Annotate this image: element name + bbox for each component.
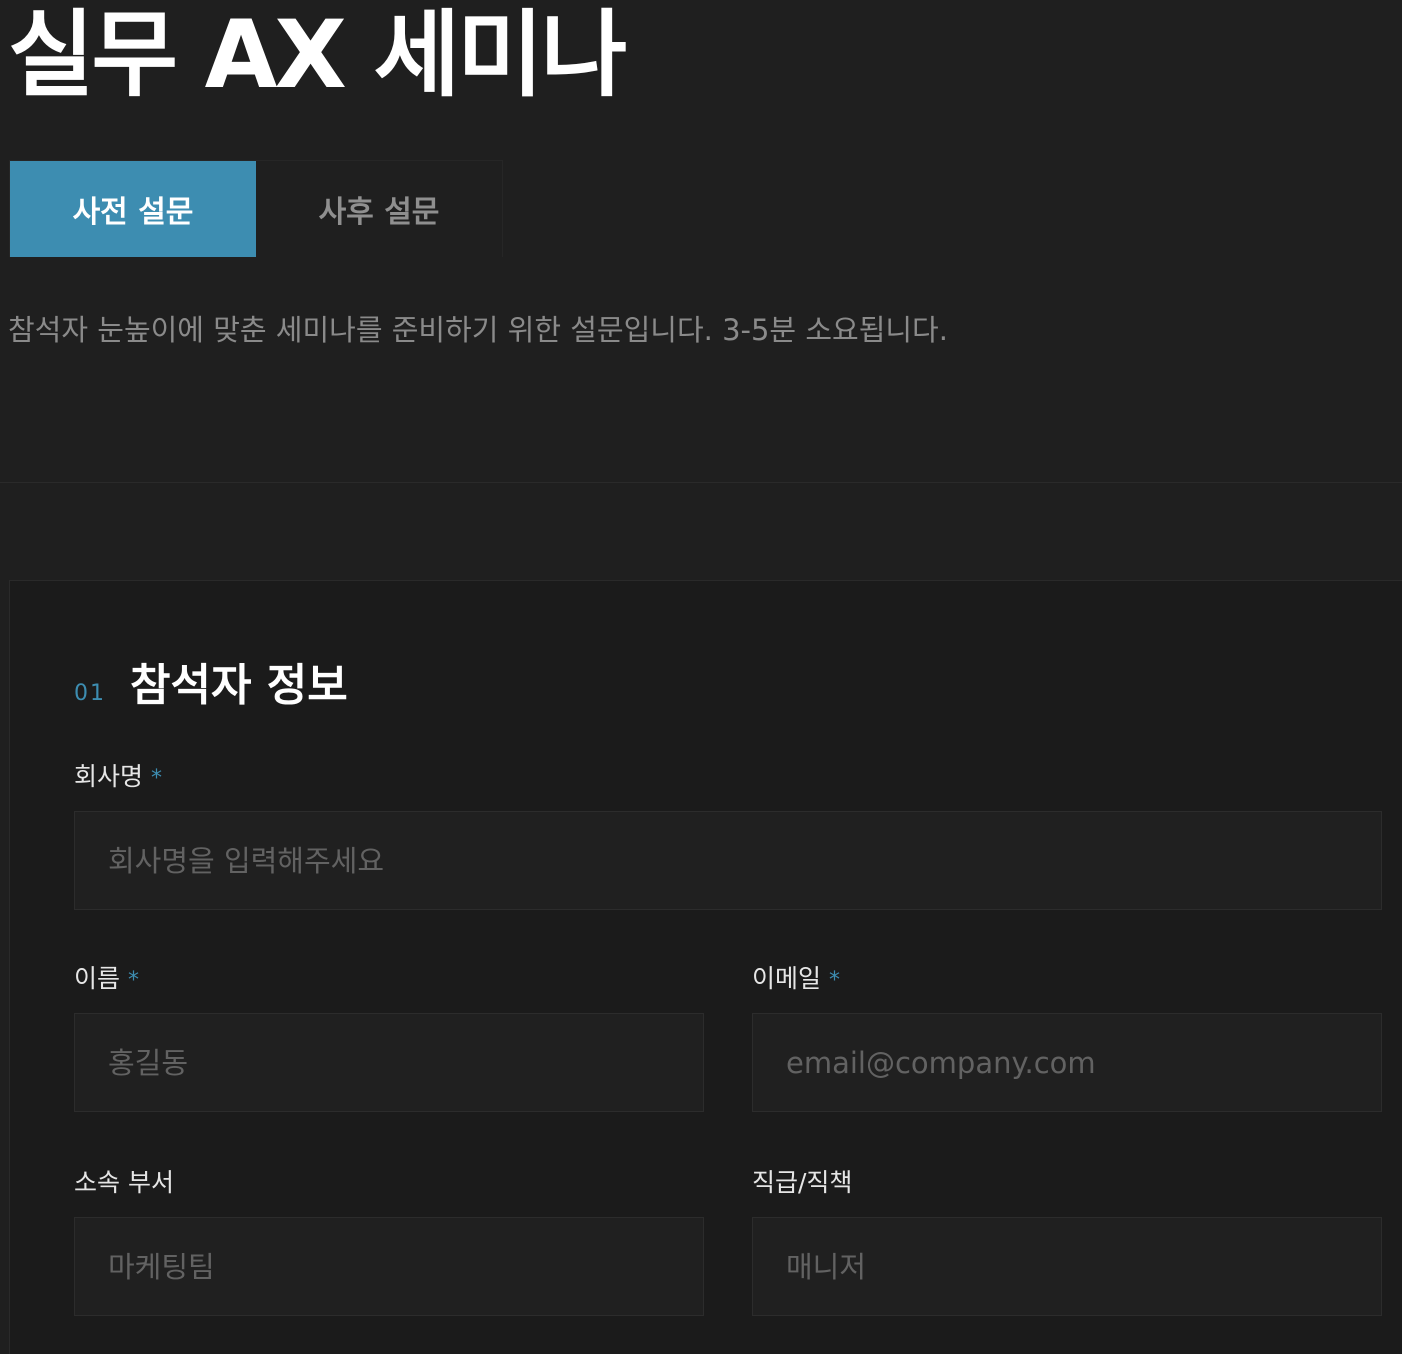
email-label-text: 이메일	[752, 964, 822, 993]
department-field: 소속 부서	[74, 1163, 704, 1316]
department-input[interactable]	[74, 1217, 704, 1316]
survey-page: 실무 AX 세미나 사전 설문 사후 설문 참석자 눈높이에 맞춘 세미나를 준…	[0, 0, 1402, 1354]
email-field: 이메일 *	[752, 959, 1382, 1112]
name-label: 이름 *	[74, 959, 704, 999]
required-marker: *	[151, 766, 163, 791]
name-label-text: 이름	[74, 964, 121, 993]
position-field: 직급/직책	[752, 1163, 1382, 1316]
survey-intro-text: 참석자 눈높이에 맞춘 세미나를 준비하기 위한 설문입니다. 3-5분 소요됩…	[8, 313, 948, 347]
section-divider	[0, 482, 1402, 483]
section-title: 참석자 정보	[130, 660, 348, 711]
survey-tabs: 사전 설문 사후 설문	[9, 160, 503, 257]
position-label: 직급/직책	[752, 1168, 853, 1197]
section-header: 01 참석자 정보	[74, 649, 348, 713]
email-label: 이메일 *	[752, 959, 1382, 999]
section-number: 01	[74, 681, 106, 706]
company-label-text: 회사명	[74, 762, 144, 791]
email-input[interactable]	[752, 1013, 1382, 1112]
required-marker: *	[829, 968, 841, 993]
name-field: 이름 *	[74, 959, 704, 1112]
page-title: 실무 AX 세미나	[8, 1, 627, 110]
tab-post-survey[interactable]: 사후 설문	[256, 161, 502, 257]
tab-pre-survey[interactable]: 사전 설문	[10, 161, 256, 257]
department-label: 소속 부서	[74, 1168, 174, 1197]
company-input[interactable]	[74, 811, 1382, 910]
required-marker: *	[128, 968, 140, 993]
position-input[interactable]	[752, 1217, 1382, 1316]
name-input[interactable]	[74, 1013, 704, 1112]
attendee-info-card: 01 참석자 정보 회사명* 이름* 이메일* 소속 부서 직급/	[9, 580, 1402, 1354]
company-label: 회사명 *	[74, 757, 1382, 797]
company-field: 회사명 *	[74, 757, 1382, 910]
